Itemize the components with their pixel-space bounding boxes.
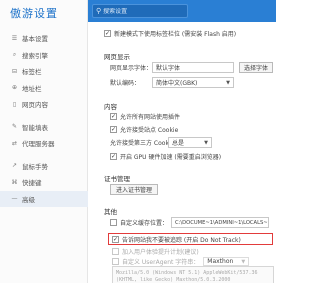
sidebar-item-label: 高级 (22, 195, 35, 204)
sidebar: 傲游设置 ☰ 基本设置 ⌕ 搜索引擎 ⊟ 标签栏 ⊕ 地址栏 ▯ 网页内容 ✎ 智能填表 ⇄… (0, 0, 88, 283)
tab-icon: ⊟ (11, 67, 18, 75)
settings-content: 新建模式下使用标签栏位 (需安装 Flash 启用) 网页显示 网页显示字体： … (88, 22, 276, 283)
useragent-label: 自定义 UserAgent 字符串： (122, 259, 200, 266)
chevron-down-icon: ▼ (204, 139, 208, 146)
sidebar-item-advanced[interactable]: — 高级 (0, 190, 88, 207)
accept-cookie-row[interactable]: 允许接受站点 Cookie (110, 125, 178, 134)
sidebar-item-tabs[interactable]: ⊟ 标签栏 (0, 63, 88, 80)
sidebar-item-label: 鼠标手势 (22, 162, 48, 171)
sidebar-item-basic[interactable]: ☰ 基本设置 (0, 30, 88, 47)
search-icon: ⚲ (96, 7, 102, 15)
third-party-cookie-value: 总是 (172, 140, 185, 147)
allow-plugins-row[interactable]: 允许所有网站使用插件 (110, 112, 180, 121)
accept-cookie-label: 允许接受站点 Cookie (120, 127, 179, 134)
certificate-row: 进入证书管理 (110, 184, 158, 195)
useragent-row: 自定义 UserAgent 字符串： Maxthon ▼ (112, 257, 250, 266)
useragent-select-value: Maxthon (207, 258, 234, 265)
cache-location-label: 自定义缓存位置： (120, 220, 169, 227)
allow-plugins-checkbox[interactable] (110, 113, 117, 120)
cache-location-checkbox[interactable] (110, 219, 117, 226)
font-label: 网页显示字体： (110, 65, 153, 72)
encoding-value: 简体中文(GBK) (156, 80, 198, 87)
encoding-label: 默认编码： (110, 80, 141, 87)
highlight-box (108, 233, 273, 245)
sidebar-item-label: 搜索引擎 (22, 51, 48, 60)
ux-program-row[interactable]: 加入用户体验提升计划(建议) (112, 247, 199, 256)
new-mode-checkbox[interactable] (104, 30, 111, 37)
allow-plugins-label: 允许所有网站使用插件 (120, 114, 181, 121)
ux-program-checkbox[interactable] (112, 248, 119, 255)
encoding-row: 默认编码： 简体中文(GBK) ▼ (110, 77, 234, 88)
search-box[interactable]: ⚲ (92, 4, 188, 18)
search-input[interactable] (103, 7, 184, 15)
sidebar-item-label: 代理服务器 (22, 140, 55, 149)
chevron-down-icon: ▼ (241, 258, 246, 265)
magic-wand-icon: ✎ (11, 123, 18, 131)
sidebar-item-page-content[interactable]: ▯ 网页内容 (0, 96, 88, 113)
font-field[interactable]: 默认字体 (152, 62, 234, 73)
sidebar-item-label: 网页内容 (22, 101, 48, 110)
sidebar-item-shortcuts[interactable]: ⌘ 快捷键 (0, 174, 88, 191)
sidebar-item-autofill[interactable]: ✎ 智能填表 (0, 119, 88, 136)
gpu-row[interactable]: 开启 GPU 硬件加速 (需要重启浏览器) (110, 152, 221, 161)
encoding-select[interactable]: 简体中文(GBK) ▼ (152, 77, 234, 88)
app-title: 傲游设置 (10, 7, 58, 20)
content-section-title: 内容 (104, 103, 117, 111)
other-section-title: 其他 (104, 208, 117, 216)
useragent-select[interactable]: Maxthon ▼ (203, 257, 250, 266)
sidebar-item-label: 地址栏 (22, 84, 42, 93)
address-icon: ⊕ (11, 84, 18, 92)
search-icon: ⌕ (12, 50, 17, 58)
gpu-checkbox[interactable] (110, 153, 117, 160)
sliders-icon: ☰ (11, 34, 18, 42)
page-icon: ▯ (12, 100, 17, 108)
advanced-icon: — (11, 195, 18, 203)
sidebar-nav: ☰ 基本设置 ⌕ 搜索引擎 ⊟ 标签栏 ⊕ 地址栏 ▯ 网页内容 ✎ 智能填表 ⇄ 代理服务器… (0, 30, 88, 207)
font-row: 网页显示字体： 默认字体 选择字体 (110, 62, 273, 73)
sidebar-item-label: 智能填表 (22, 123, 48, 132)
new-mode-option-row[interactable]: 新建模式下使用标签栏位 (需安装 Flash 启用) (104, 29, 236, 38)
cache-path-field[interactable]: C:\DOCUME~1\ADMINI~1\LOCALS~1\Temp... (171, 217, 270, 228)
sidebar-item-label: 标签栏 (22, 68, 42, 77)
sidebar-item-search-engine[interactable]: ⌕ 搜索引擎 (0, 47, 88, 64)
certificate-button[interactable]: 进入证书管理 (110, 184, 158, 195)
third-party-cookie-row: 允许接受第三方 Cookie： 总是 ▼ (110, 137, 212, 148)
sidebar-item-proxy[interactable]: ⇄ 代理服务器 (0, 135, 88, 152)
cache-location-row: 自定义缓存位置： C:\DOCUME~1\ADMINI~1\LOCALS~1\T… (110, 217, 270, 228)
shortcut-icon: ⌘ (11, 178, 18, 186)
chevron-down-icon: ▼ (226, 79, 230, 86)
sidebar-item-label: 快捷键 (22, 179, 42, 188)
new-mode-label: 新建模式下使用标签栏位 (需安装 Flash 启用) (114, 31, 237, 38)
gpu-label: 开启 GPU 硬件加速 (需要重启浏览器) (120, 154, 222, 161)
useragent-textarea[interactable]: Mozilla/5.0 (Windows NT 5.1) AppleWebKit… (112, 266, 274, 283)
mouse-icon: ↗ (11, 162, 18, 170)
third-party-cookie-label: 允许接受第三方 Cookie： (110, 140, 181, 147)
ux-program-label: 加入用户体验提升计划(建议) (122, 249, 199, 256)
sidebar-item-address-bar[interactable]: ⊕ 地址栏 (0, 80, 88, 97)
certificate-section-title: 证书管理 (104, 175, 130, 183)
sidebar-item-mouse-gestures[interactable]: ↗ 鼠标手势 (0, 158, 88, 175)
choose-font-button[interactable]: 选择字体 (239, 62, 273, 73)
web-display-section-title: 网页显示 (104, 53, 130, 61)
third-party-cookie-select[interactable]: 总是 ▼ (168, 137, 212, 148)
proxy-icon: ⇄ (11, 139, 18, 147)
accept-cookie-checkbox[interactable] (110, 126, 117, 133)
sidebar-item-label: 基本设置 (22, 35, 48, 44)
useragent-checkbox[interactable] (112, 258, 119, 265)
